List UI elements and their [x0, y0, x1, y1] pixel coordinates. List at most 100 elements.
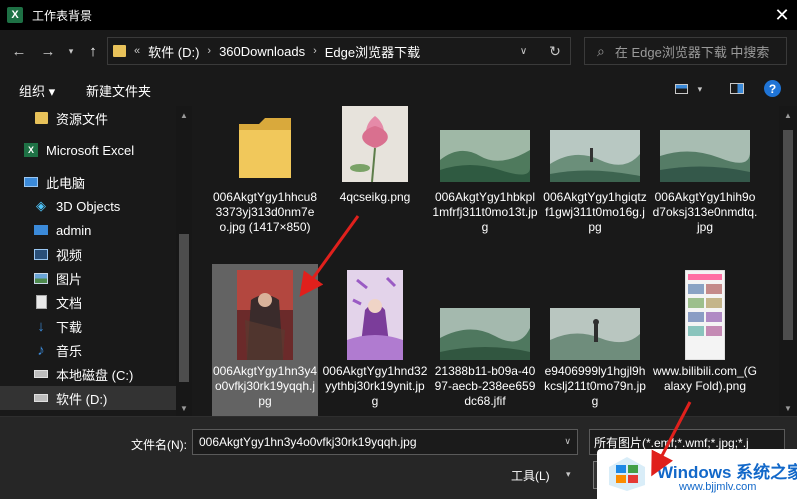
file-list: 006AkgtYgy1hhcu83373yj313d0nm7eo.jpg (14… — [192, 106, 779, 416]
file-list-scrollbar[interactable]: ▲ ▼ — [779, 106, 797, 416]
picture-icon — [34, 271, 48, 285]
watermark-title: Windows 系统之家 — [657, 463, 797, 482]
file-name: 006AkgtYgy1hbkpl1mfrfj311t0mo13t.jpg — [432, 190, 538, 234]
sidebar-item-label: 此电脑 — [46, 175, 86, 191]
scroll-up-icon[interactable]: ▲ — [176, 108, 192, 122]
file-tile[interactable]: 006AkgtYgy1hbkpl1mfrfj311t0mo13t.jpg — [432, 106, 538, 246]
filename-label: 文件名(N): — [131, 438, 187, 452]
sidebar-scrollbar[interactable]: ▲ ▼ — [176, 106, 192, 416]
chevron-down-icon: ▾ — [697, 84, 703, 94]
forward-arrow-icon: → — [40, 42, 56, 60]
sidebar-item-admin[interactable]: admin — [0, 218, 176, 242]
sidebar-item-label: 音乐 — [56, 343, 83, 359]
sidebar-item-this-pc[interactable]: 此电脑 — [0, 170, 176, 194]
file-name: 006AkgtYgy1hnd32yythbj30rk19ynit.jpg — [322, 364, 428, 408]
sidebar-item-label: 资源文件 — [56, 111, 109, 127]
file-tile[interactable]: www.bilibili.com_(Galaxy Fold).png — [652, 264, 758, 416]
command-bar: 组织 ▾ 新建文件夹 ▾ ? — [0, 72, 797, 106]
watermark-url: www.bjjmlv.com — [679, 481, 757, 493]
preview-pane-button[interactable] — [730, 80, 744, 95]
up-button[interactable]: ↑ — [83, 41, 103, 61]
sidebar-item-label: 图片 — [56, 271, 83, 287]
file-tile-selected[interactable]: 006AkgtYgy1hn3y4o0vfkj30rk19yqqh.jpg — [212, 264, 318, 416]
image-thumbnail — [652, 106, 758, 182]
sidebar-item-label: Microsoft Excel — [46, 142, 135, 158]
breadcrumb-overflow[interactable]: « — [134, 45, 140, 57]
image-thumbnail — [212, 268, 318, 360]
chevron-down-icon[interactable]: ▾ — [566, 469, 571, 480]
file-tile[interactable]: 006AkgtYgy1hnd32yythbj30rk19ynit.jpg — [322, 264, 428, 416]
sidebar-item-resources[interactable]: 资源文件 — [0, 106, 176, 130]
sidebar-item-label: 软件 (D:) — [56, 391, 108, 407]
download-icon: ↓ — [37, 317, 45, 335]
sidebar-item-label: 文档 — [56, 295, 83, 311]
breadcrumb-360downloads[interactable]: 360Downloads — [219, 44, 305, 59]
sidebar-item-videos[interactable]: 视频 — [0, 242, 176, 266]
file-name: 006AkgtYgy1hgiqtzf1gwj311t0mo16g.jpg — [543, 190, 647, 234]
folder-thumbnail — [212, 106, 318, 182]
sidebar-item-label: admin — [56, 222, 92, 238]
file-tile[interactable]: 006AkgtYgy1hih9od7oksj313e0nmdtq.jpg — [652, 106, 758, 246]
sidebar-item-documents[interactable]: 文档 — [0, 290, 176, 314]
sidebar-item-drive-c[interactable]: 本地磁盘 (C:) — [0, 362, 176, 386]
sidebar-item-drive-d[interactable]: 软件 (D:) — [0, 386, 176, 410]
excel-icon: X — [24, 143, 38, 157]
file-name: 21388b11-b09a-4097-aecb-238ee659dc68.jfi… — [434, 364, 536, 408]
navigation-bar: ← → ▾ ↑ « 软件 (D:) › 360Downloads › Edge浏… — [0, 30, 797, 72]
image-thumbnail — [652, 268, 758, 360]
title-bar: X 工作表背景 ✕ — [0, 0, 797, 30]
sidebar-item-pictures[interactable]: 图片 — [0, 266, 176, 290]
scroll-up-icon[interactable]: ▲ — [779, 108, 797, 122]
forward-button[interactable]: → — [38, 41, 58, 61]
file-tile[interactable]: 4qcseikg.png — [322, 106, 428, 216]
chevron-right-icon: › — [207, 45, 212, 57]
chevron-right-icon: › — [313, 45, 317, 57]
filename-value: 006AkgtYgy1hn3y4o0vfkj30rk19yqqh.jpg — [199, 435, 417, 449]
file-tile[interactable]: 21388b11-b09a-4097-aecb-238ee659dc68.jfi… — [432, 264, 538, 416]
scroll-down-icon[interactable]: ▼ — [779, 401, 797, 415]
file-name: 006AkgtYgy1hhcu83373yj313d0nm7eo.jpg (14… — [212, 190, 318, 234]
sidebar-item-label: 视频 — [56, 247, 83, 263]
address-bar[interactable]: « 软件 (D:) › 360Downloads › Edge浏览器下载 ∨ ↻ — [107, 37, 571, 65]
file-tile[interactable]: 006AkgtYgy1hgiqtzf1gwj311t0mo16g.jpg — [542, 106, 648, 246]
breadcrumb-drive[interactable]: 软件 (D:) — [148, 42, 199, 61]
file-tile[interactable]: e9406999ly1hgjl9hkcslj211t0mo79n.jpg — [542, 264, 648, 416]
document-icon — [34, 295, 48, 309]
refresh-icon: ↻ — [549, 42, 561, 59]
refresh-button[interactable]: ↻ — [540, 38, 570, 64]
address-dropdown-button[interactable]: ∨ — [508, 38, 538, 64]
file-name: 006AkgtYgy1hih9od7oksj313e0nmdtq.jpg — [652, 190, 758, 234]
image-thumbnail — [432, 268, 538, 360]
help-icon[interactable]: ? — [764, 80, 781, 97]
video-icon — [34, 247, 48, 261]
scrollbar-thumb[interactable] — [179, 234, 189, 382]
file-tile[interactable]: 006AkgtYgy1hhcu83373yj313d0nm7eo.jpg (14… — [212, 106, 318, 262]
new-folder-button[interactable]: 新建文件夹 — [86, 81, 151, 100]
folder-icon — [34, 111, 48, 125]
watermark: Windows 系统之家 www.bjjmlv.com — [597, 449, 797, 499]
image-thumbnail — [432, 106, 538, 182]
sidebar-item-excel[interactable]: X Microsoft Excel — [0, 138, 176, 162]
windows-logo-icon — [609, 457, 645, 491]
navigation-pane: 资源文件 X Microsoft Excel 此电脑 ◈ 3D Objects … — [0, 106, 192, 416]
close-button[interactable]: ✕ — [767, 0, 797, 30]
search-box[interactable]: ⌕ 在 Edge浏览器下载 中搜索 — [584, 37, 787, 65]
scroll-down-icon[interactable]: ▼ — [176, 401, 192, 415]
image-thumbnail — [322, 268, 428, 360]
chevron-down-icon[interactable]: ∨ — [564, 436, 571, 447]
up-arrow-icon: ↑ — [89, 42, 97, 60]
scrollbar-thumb[interactable] — [783, 130, 793, 340]
tools-menu[interactable]: 工具(L) — [511, 467, 550, 484]
back-button[interactable]: ← — [9, 41, 29, 61]
music-icon: ♪ — [37, 341, 45, 359]
sidebar-item-downloads[interactable]: ↓ 下载 — [0, 314, 176, 338]
view-options-button[interactable]: ▾ — [675, 80, 702, 95]
image-thumbnail — [322, 106, 428, 182]
breadcrumb-edge-downloads[interactable]: Edge浏览器下载 — [325, 42, 420, 61]
sidebar-item-3d-objects[interactable]: ◈ 3D Objects — [0, 194, 176, 218]
sidebar-item-music[interactable]: ♪ 音乐 — [0, 338, 176, 362]
filename-field[interactable]: 006AkgtYgy1hn3y4o0vfkj30rk19yqqh.jpg ∨ — [192, 429, 578, 455]
recent-locations-button[interactable]: ▾ — [61, 41, 81, 61]
organize-menu[interactable]: 组织 ▾ — [19, 81, 55, 100]
chevron-down-icon: ▾ — [68, 45, 74, 56]
